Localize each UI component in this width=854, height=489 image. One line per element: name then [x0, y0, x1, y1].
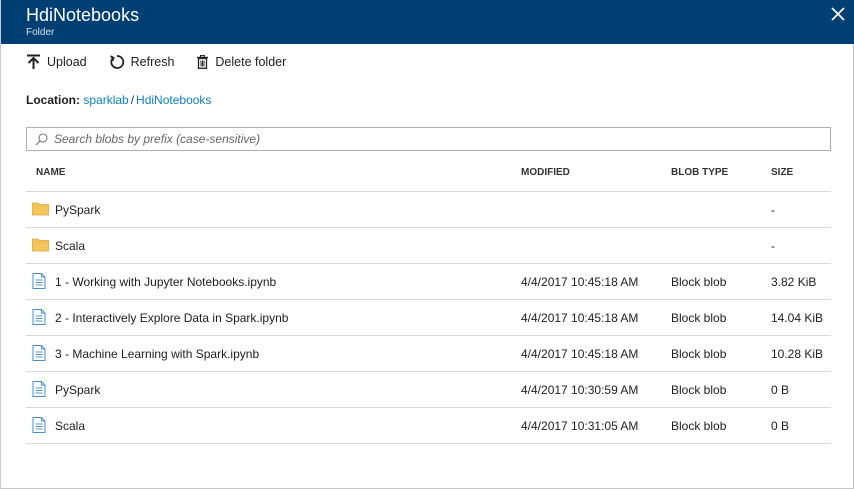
row-name: 2 - Interactively Explore Data in Spark.…	[55, 311, 289, 325]
blade-subtitle: Folder	[26, 27, 55, 38]
blade-title: HdiNotebooks	[26, 5, 140, 25]
row-size: 0 B	[771, 383, 790, 397]
upload-label: Upload	[47, 55, 87, 69]
breadcrumb-separator: /	[130, 93, 135, 107]
blob-table: NAME MODIFIED BLOB TYPE SIZE PySpark - Sca…	[26, 156, 831, 444]
row-modified: 4/4/2017 10:45:18 AM	[521, 311, 639, 325]
row-size: 10.28 KiB	[771, 347, 824, 361]
toolbar: Upload Refresh Delete folder	[26, 52, 308, 72]
file-icon	[32, 345, 46, 361]
breadcrumb-folder-link[interactable]: HdiNotebooks	[136, 93, 211, 107]
column-header-blob-type[interactable]: BLOB TYPE	[671, 167, 728, 178]
column-header-modified[interactable]: MODIFIED	[521, 167, 570, 178]
row-modified: 4/4/2017 10:45:18 AM	[521, 275, 639, 289]
row-name: 1 - Working with Jupyter Notebooks.ipynb	[55, 275, 277, 289]
search-icon	[35, 132, 48, 145]
blob-row[interactable]: 1 - Working with Jupyter Notebooks.ipynb…	[26, 264, 831, 300]
search-box	[26, 127, 831, 151]
row-name: PySpark	[55, 383, 101, 397]
trash-icon	[197, 55, 209, 69]
column-header-size[interactable]: SIZE	[771, 167, 793, 178]
row-name: PySpark	[55, 203, 101, 217]
row-modified: 4/4/2017 10:45:18 AM	[521, 347, 639, 361]
row-size: 3.82 KiB	[771, 275, 817, 289]
file-icon	[32, 381, 46, 397]
column-header-name[interactable]: NAME	[36, 167, 65, 178]
file-icon	[32, 273, 46, 289]
row-size: 14.04 KiB	[771, 311, 824, 325]
refresh-icon	[109, 55, 124, 69]
delete-folder-label: Delete folder	[215, 55, 287, 69]
row-blob-type: Block blob	[671, 383, 727, 397]
row-modified: 4/4/2017 10:30:59 AM	[521, 383, 639, 397]
file-icon	[32, 417, 46, 433]
folder-row[interactable]: Scala -	[26, 228, 831, 264]
breadcrumb: Location: sparklab / HdiNotebooks	[26, 93, 211, 107]
title-bar: HdiNotebooks Folder	[1, 0, 854, 44]
row-name: 3 - Machine Learning with Spark.ipynb	[55, 347, 260, 361]
folder-icon	[32, 238, 49, 252]
row-size: -	[771, 239, 775, 253]
upload-button[interactable]: Upload	[26, 54, 87, 70]
delete-folder-button[interactable]: Delete folder	[196, 55, 286, 69]
table-header: NAME MODIFIED BLOB TYPE SIZE	[26, 156, 831, 192]
upload-icon	[27, 54, 40, 69]
row-blob-type: Block blob	[671, 347, 727, 361]
blob-row[interactable]: PySpark 4/4/2017 10:30:59 AM Block blob 0 B	[26, 372, 831, 408]
close-icon[interactable]	[829, 5, 847, 23]
file-icon	[32, 309, 46, 325]
breadcrumb-container-link[interactable]: sparklab	[83, 93, 128, 107]
row-blob-type: Block blob	[671, 275, 727, 289]
folder-icon	[32, 202, 49, 216]
row-size: 0 B	[771, 419, 790, 433]
blob-row[interactable]: Scala 4/4/2017 10:31:05 AM Block blob 0 B	[26, 408, 831, 444]
row-size: -	[771, 203, 775, 217]
folder-blade: HdiNotebooks Folder Upload Refresh Delet…	[0, 0, 854, 489]
row-modified: 4/4/2017 10:31:05 AM	[521, 419, 639, 433]
row-name: Scala	[55, 419, 86, 433]
blob-row[interactable]: 2 - Interactively Explore Data in Spark.…	[26, 300, 831, 336]
search-input[interactable]	[54, 132, 794, 146]
row-name: Scala	[55, 239, 86, 253]
row-blob-type: Block blob	[671, 311, 727, 325]
blob-row[interactable]: 3 - Machine Learning with Spark.ipynb 4/4…	[26, 336, 831, 372]
location-label: Location:	[26, 93, 80, 107]
row-blob-type: Block blob	[671, 419, 727, 433]
refresh-button[interactable]: Refresh	[109, 54, 175, 70]
refresh-label: Refresh	[130, 55, 175, 69]
folder-row[interactable]: PySpark -	[26, 192, 831, 228]
